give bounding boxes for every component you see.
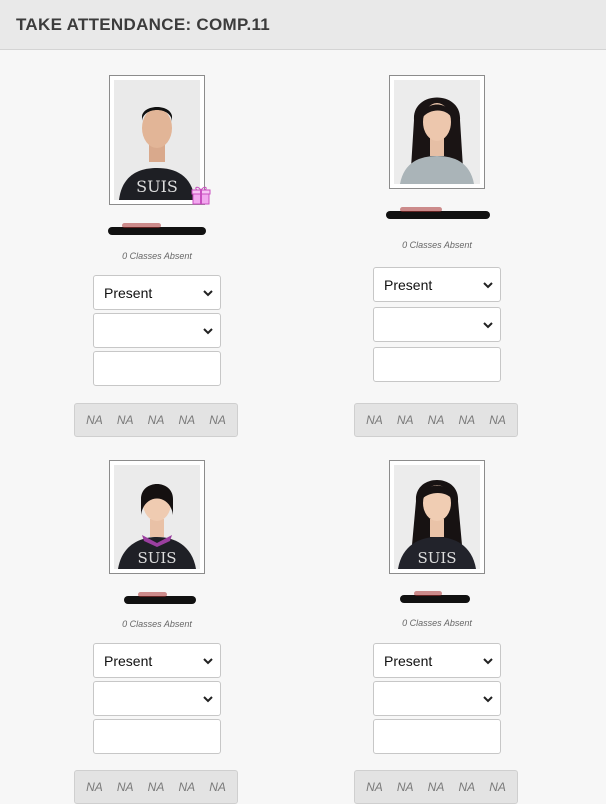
chevron-down-icon <box>203 696 213 703</box>
reason-select[interactable] <box>93 313 221 348</box>
reason-select[interactable] <box>373 307 501 342</box>
student-photo[interactable]: SUIS <box>389 460 485 574</box>
student-name-redacted[interactable] <box>386 207 490 219</box>
attendance-history: NA NA NA NA NA <box>354 403 518 437</box>
attendance-history: NA NA NA NA NA <box>74 770 238 804</box>
chevron-down-icon <box>203 290 213 297</box>
attendance-status-select[interactable]: Present <box>93 643 221 678</box>
svg-text:SUIS: SUIS <box>137 549 176 567</box>
page-header: TAKE ATTENDANCE: COMP.11 <box>0 0 606 50</box>
attendance-status-select[interactable]: Present <box>373 643 501 678</box>
attendance-history: NA NA NA NA NA <box>74 403 238 437</box>
student-name-redacted[interactable] <box>400 591 470 603</box>
history-entry: NA <box>427 413 445 427</box>
history-entry: NA <box>209 413 226 427</box>
attendance-status-value: Present <box>384 652 433 669</box>
svg-text:SUIS: SUIS <box>136 177 178 196</box>
student-name-redacted[interactable] <box>108 223 206 235</box>
note-input[interactable] <box>373 719 501 754</box>
student-portrait: SUIS <box>394 465 480 569</box>
attendance-history: NA NA NA NA NA <box>354 770 518 804</box>
attendance-status-select[interactable]: Present <box>373 267 501 302</box>
note-input[interactable] <box>93 719 221 754</box>
history-entry: NA <box>396 413 414 427</box>
absent-count: 0 Classes Absent <box>122 251 192 261</box>
note-input[interactable] <box>373 347 501 382</box>
svg-text:SUIS: SUIS <box>417 549 456 567</box>
history-entry: NA <box>489 780 506 794</box>
reason-select[interactable] <box>373 681 501 716</box>
chevron-down-icon <box>203 328 213 335</box>
attendance-status-value: Present <box>104 284 153 301</box>
chevron-down-icon <box>483 322 493 329</box>
history-entry: NA <box>366 413 383 427</box>
absent-count: 0 Classes Absent <box>402 240 472 250</box>
history-entry: NA <box>489 413 506 427</box>
reason-select[interactable] <box>93 681 221 716</box>
history-entry: NA <box>178 413 196 427</box>
chevron-down-icon <box>203 658 213 665</box>
attendance-status-select[interactable]: Present <box>93 275 221 310</box>
note-input[interactable] <box>93 351 221 386</box>
attendance-status-value: Present <box>104 652 153 669</box>
student-photo[interactable]: SUIS <box>109 460 205 574</box>
student-portrait: SUIS <box>114 80 200 200</box>
student-photo[interactable] <box>389 75 485 189</box>
chevron-down-icon <box>483 282 493 289</box>
history-entry: NA <box>86 780 103 794</box>
page-title: TAKE ATTENDANCE: COMP.11 <box>16 14 271 34</box>
history-entry: NA <box>147 413 165 427</box>
history-entry: NA <box>86 413 103 427</box>
absent-count: 0 Classes Absent <box>122 619 192 629</box>
history-entry: NA <box>178 780 196 794</box>
student-portrait <box>394 80 480 184</box>
student-name-redacted[interactable] <box>124 592 196 604</box>
history-entry: NA <box>366 780 383 794</box>
student-portrait: SUIS <box>114 465 200 569</box>
gift-icon[interactable] <box>191 185 211 205</box>
history-entry: NA <box>116 780 134 794</box>
history-entry: NA <box>116 413 134 427</box>
attendance-status-value: Present <box>384 276 433 293</box>
chevron-down-icon <box>483 696 493 703</box>
history-entry: NA <box>427 780 445 794</box>
history-entry: NA <box>209 780 226 794</box>
history-entry: NA <box>458 413 476 427</box>
absent-count: 0 Classes Absent <box>402 618 472 628</box>
chevron-down-icon <box>483 658 493 665</box>
history-entry: NA <box>458 780 476 794</box>
student-grid: SUIS 0 Classes Absent Present NA NA NA N… <box>0 50 606 804</box>
history-entry: NA <box>147 780 165 794</box>
history-entry: NA <box>396 780 414 794</box>
